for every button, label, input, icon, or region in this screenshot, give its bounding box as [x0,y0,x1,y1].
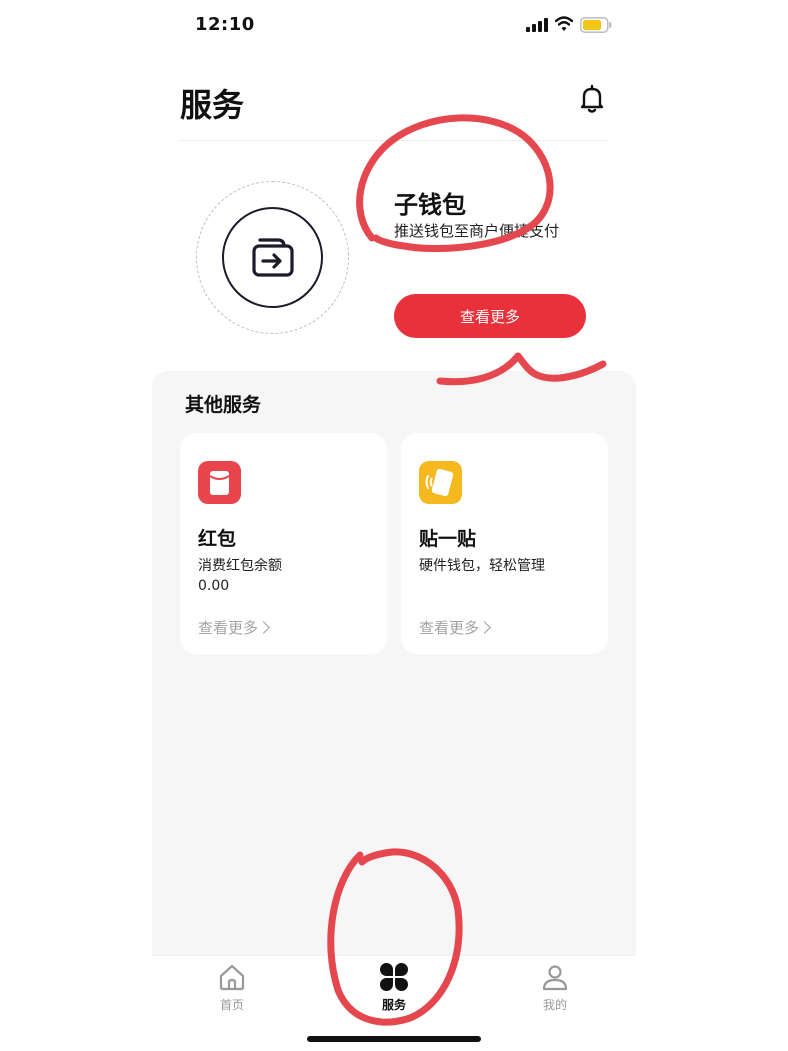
tab-service[interactable]: 服务 [354,956,434,1026]
tab-service-label: 服务 [381,998,406,1012]
tap-card-title: 贴一贴 [419,528,477,550]
wifi-icon [555,16,573,31]
signal-icon [526,18,548,32]
tap-card-icon [419,461,462,504]
other-services-title: 其他服务 [185,394,262,416]
chevron-right-icon [478,621,491,634]
header-divider [180,140,608,141]
chevron-right-icon [257,621,270,634]
tab-home-label: 首页 [219,998,244,1012]
status-time: 12:10 [195,14,255,35]
red-packet-more-label: 查看更多 [198,619,259,637]
clover-grid-icon [380,963,408,991]
red-packet-title: 红包 [198,528,237,550]
wallet-subtitle: 推送钱包至商户便捷支付 [394,222,560,240]
red-packet-desc: 消费红包余额 [198,558,282,574]
red-packet-icon [198,461,241,504]
home-icon [219,964,245,991]
tab-mine-label: 我的 [542,998,567,1012]
wallet-title: 子钱包 [394,191,466,219]
wallet-more-button[interactable]: 查看更多 [394,294,586,338]
red-packet-balance: 0.00 [198,578,230,594]
wallet-transfer-icon [252,238,294,277]
red-packet-card[interactable]: 红包 消费红包余额 0.00 查看更多 [180,433,387,654]
tab-home[interactable]: 首页 [192,956,272,1026]
red-packet-more-link[interactable]: 查看更多 [198,617,270,638]
tap-card-desc: 硬件钱包，轻松管理 [419,558,545,574]
tab-mine[interactable]: 我的 [515,956,595,1026]
page-title: 服务 [180,86,245,124]
bell-icon[interactable] [578,84,606,114]
battery-icon [580,17,612,33]
person-icon [542,965,568,991]
tap-card-card[interactable]: 贴一贴 硬件钱包，轻松管理 查看更多 [401,433,608,654]
tap-card-more-label: 查看更多 [419,619,480,637]
home-indicator [307,1036,481,1042]
tap-card-more-link[interactable]: 查看更多 [419,617,491,638]
